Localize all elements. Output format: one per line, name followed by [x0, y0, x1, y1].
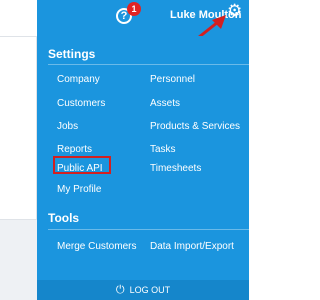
menu-item-customers[interactable]: Customers: [57, 98, 105, 109]
background-page: [0, 0, 37, 300]
navbar-left-area: [0, 0, 37, 36]
logout-label: LOG OUT: [129, 285, 171, 295]
settings-divider: [48, 64, 249, 65]
menu-item-tasks[interactable]: Tasks: [150, 144, 176, 155]
menu-item-reports[interactable]: Reports: [57, 144, 92, 155]
tools-divider: [48, 229, 249, 230]
settings-dropdown: Settings Company Customers Jobs Reports …: [37, 36, 249, 300]
menu-item-timesheets[interactable]: Timesheets: [150, 163, 201, 174]
menu-item-assets[interactable]: Assets: [150, 98, 180, 109]
menu-item-company[interactable]: Company: [57, 74, 100, 85]
background-card: [0, 36, 37, 220]
power-icon: ⏻: [115, 284, 125, 296]
tools-heading: Tools: [48, 211, 80, 225]
notification-badge: 1: [127, 2, 141, 16]
dropdown-footer: ⏻ LOG OUT: [37, 280, 249, 300]
logout-button[interactable]: ⏻ LOG OUT: [37, 280, 249, 300]
public-api-highlight-box: [53, 156, 111, 174]
menu-item-personnel[interactable]: Personnel: [150, 74, 195, 85]
menu-item-merge-customers[interactable]: Merge Customers: [57, 241, 136, 252]
settings-heading: Settings: [48, 47, 96, 61]
menu-item-my-profile[interactable]: My Profile: [57, 184, 101, 195]
menu-item-data-import-export[interactable]: Data Import/Export: [150, 241, 234, 252]
menu-item-products-services[interactable]: Products & Services: [150, 121, 240, 132]
menu-item-jobs[interactable]: Jobs: [57, 121, 78, 132]
help-notifications-button[interactable]: ? 1: [115, 2, 141, 28]
